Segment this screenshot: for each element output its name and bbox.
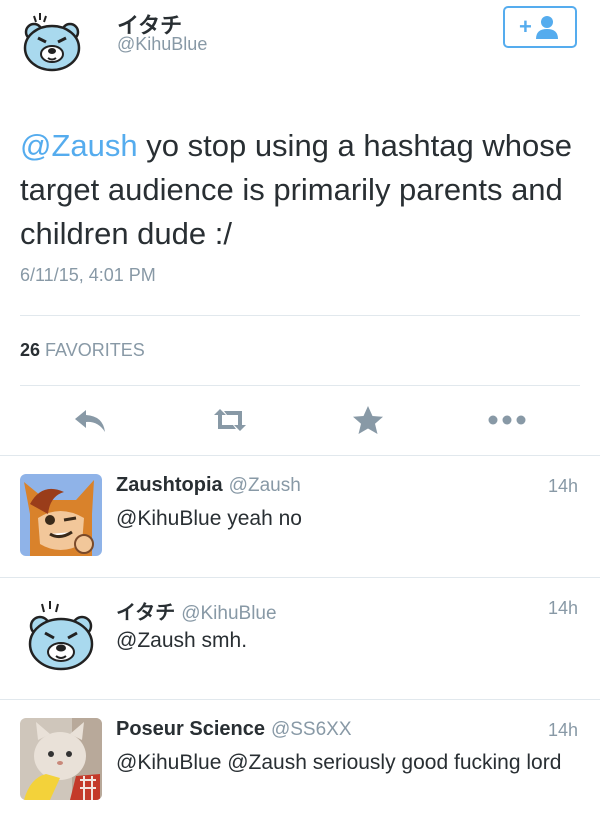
user-avatar[interactable] bbox=[20, 10, 84, 74]
favorites-number: 26 bbox=[20, 340, 41, 360]
reply-text: @KihuBlue yeah no bbox=[116, 507, 302, 530]
retweet-icon bbox=[214, 409, 246, 431]
favorite-button[interactable] bbox=[348, 402, 388, 438]
bear-avatar-icon bbox=[23, 13, 81, 72]
user-handle[interactable]: @KihuBlue bbox=[117, 34, 207, 55]
bear-avatar-icon bbox=[20, 596, 102, 678]
more-button[interactable] bbox=[487, 402, 527, 438]
svg-text:+: + bbox=[519, 14, 532, 39]
star-icon bbox=[353, 406, 383, 434]
divider bbox=[0, 455, 600, 456]
reply-display-name: Poseur Science bbox=[116, 718, 265, 740]
reply-avatar[interactable] bbox=[20, 596, 102, 678]
reply-icon bbox=[75, 410, 105, 432]
reply-time[interactable]: 14h bbox=[548, 598, 578, 619]
reply-avatar[interactable] bbox=[20, 718, 102, 800]
divider bbox=[20, 315, 580, 316]
reply-text: @KihuBlue @Zaush seriously good fucking … bbox=[116, 751, 562, 774]
reply-display-name: Zaushtopia bbox=[116, 474, 223, 496]
reply-button[interactable] bbox=[70, 402, 110, 438]
reply-handle: @Zaush bbox=[228, 475, 301, 496]
more-icon bbox=[488, 415, 526, 425]
reply-author[interactable]: Zaushtopia @Zaush bbox=[116, 474, 301, 497]
reply-display-name: イタチ bbox=[116, 602, 176, 624]
reply-handle: @SS6XX bbox=[270, 719, 352, 740]
reply-time[interactable]: 14h bbox=[548, 476, 578, 497]
favorites-count[interactable]: 26 FAVORITES bbox=[20, 340, 145, 361]
reply-text: @Zaush smh. bbox=[116, 629, 248, 652]
cat-avatar-icon bbox=[20, 718, 102, 800]
favorites-label: FAVORITES bbox=[45, 340, 145, 360]
divider bbox=[0, 577, 600, 578]
mention-link[interactable]: @Zaush bbox=[20, 128, 138, 163]
retweet-button[interactable] bbox=[210, 402, 250, 438]
tweet-actions bbox=[0, 398, 600, 442]
fox-avatar-icon bbox=[20, 474, 102, 556]
tweet-text: @Zaush yo stop using a hashtag whose tar… bbox=[20, 124, 580, 256]
reply-author[interactable]: Poseur Science @SS6XX bbox=[116, 718, 352, 741]
add-user-icon: + bbox=[519, 14, 558, 39]
reply-handle: @KihuBlue bbox=[181, 603, 277, 624]
reply-avatar[interactable] bbox=[20, 474, 102, 556]
reply-time[interactable]: 14h bbox=[548, 720, 578, 741]
divider bbox=[20, 385, 580, 386]
follow-button[interactable]: + bbox=[503, 6, 577, 48]
divider bbox=[0, 699, 600, 700]
reply-author[interactable]: イタチ @KihuBlue bbox=[116, 596, 277, 625]
tweet-timestamp[interactable]: 6/11/15, 4:01 PM bbox=[20, 265, 156, 286]
